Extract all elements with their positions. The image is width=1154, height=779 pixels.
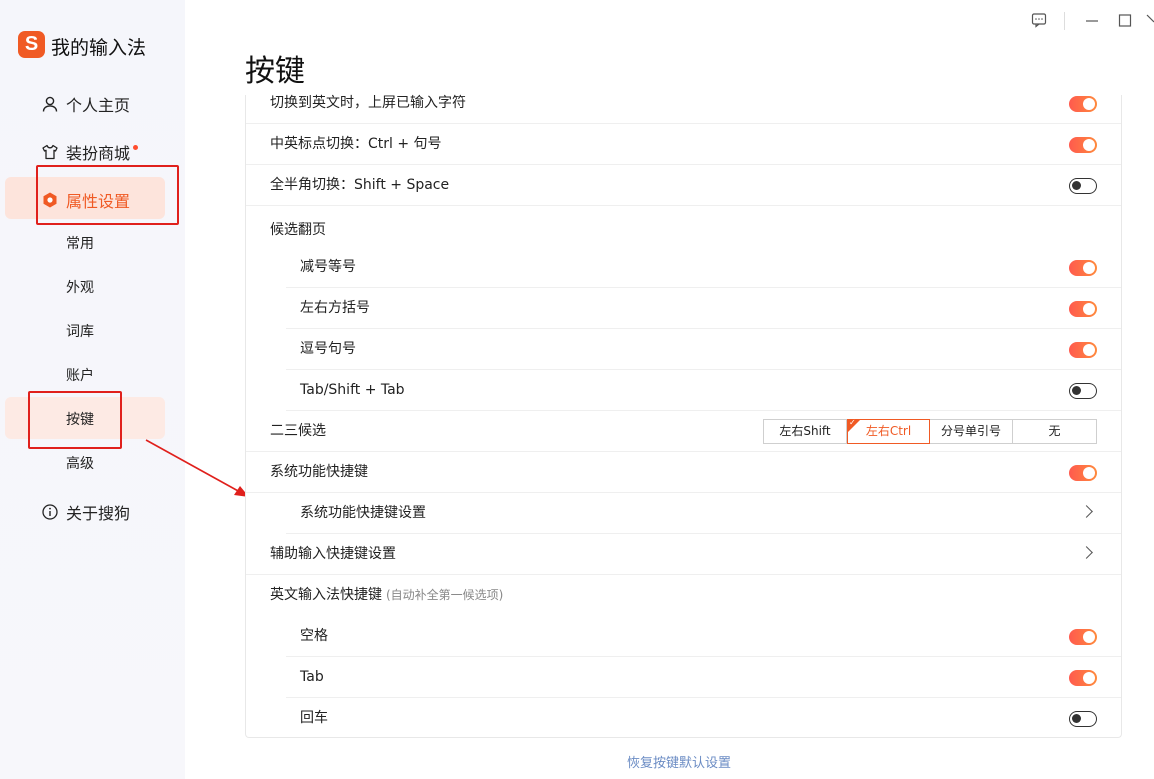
setting-label: 左右方括号: [300, 300, 370, 316]
setting-label: 回车: [300, 710, 328, 726]
setting-row-aux-shortcut-settings[interactable]: 辅助输入快捷键设置: [246, 534, 1121, 575]
setting-label: 辅助输入快捷键设置: [270, 546, 396, 562]
toggle-switch[interactable]: [1069, 670, 1097, 686]
setting-label: 全半角切换：Shift + Space: [270, 177, 450, 193]
option-left-right-ctrl[interactable]: ✓ 左右Ctrl: [847, 418, 930, 444]
setting-label: Tab: [300, 669, 324, 685]
setting-row-brackets: 左右方括号: [286, 288, 1121, 329]
setting-label: 空格: [300, 628, 328, 644]
settings-window: S 我的输入法 个人主页 装扮商城 属性设置 常用 外观 词库 账户 按键 高级…: [0, 0, 1154, 779]
setting-row-sys-shortcut: 系统功能快捷键: [246, 452, 1121, 493]
segmented-control: 左右Shift ✓ 左右Ctrl 分号单引号 无: [763, 418, 1097, 444]
setting-label: 系统功能快捷键设置: [300, 505, 426, 521]
setting-group-candidate-page: 候选翻页: [246, 210, 1121, 251]
setting-row-comma-period: 逗号句号: [286, 329, 1121, 370]
group-label: 候选翻页: [270, 222, 326, 238]
setting-row-sys-shortcut-settings[interactable]: 系统功能快捷键设置: [286, 493, 1121, 534]
toggle-switch[interactable]: [1069, 383, 1097, 399]
group-label-text: 英文输入法快捷键: [270, 587, 382, 603]
setting-row-enter: 回车: [286, 698, 1121, 739]
minimize-icon[interactable]: [1084, 12, 1100, 32]
toggle-switch[interactable]: [1069, 137, 1097, 153]
setting-row-commit-on-switch: 切换到英文时，上屏已输入字符: [246, 83, 1121, 124]
option-label: 左右Ctrl: [865, 424, 912, 438]
toggle-switch[interactable]: [1069, 260, 1097, 276]
setting-row-width-switch: 全半角切换：Shift + Space: [246, 165, 1121, 206]
group-label: 英文输入法快捷键 (自动补全第一候选项): [270, 575, 503, 616]
setting-row-space: 空格: [286, 616, 1121, 657]
check-icon: ✓: [849, 418, 856, 427]
setting-row-punct-switch: 中英标点切换：Ctrl + 句号: [246, 124, 1121, 165]
toggle-switch[interactable]: [1069, 629, 1097, 645]
group-hint: (自动补全第一候选项): [386, 588, 504, 602]
setting-label: 逗号句号: [300, 341, 356, 357]
toggle-switch[interactable]: [1069, 711, 1097, 727]
toggle-switch[interactable]: [1069, 96, 1097, 112]
setting-label: 切换到英文时，上屏已输入字符: [270, 95, 466, 111]
setting-label: 二三候选: [270, 423, 326, 439]
setting-row-tab: Tab/Shift + Tab: [286, 370, 1121, 411]
toggle-switch[interactable]: [1069, 178, 1097, 194]
setting-label: 减号等号: [300, 259, 356, 275]
titlebar-divider: [1064, 12, 1065, 30]
setting-row-tab-key: Tab: [286, 657, 1121, 698]
option-semicolon-quote[interactable]: 分号单引号: [930, 420, 1013, 443]
setting-label: 系统功能快捷键: [270, 464, 368, 480]
settings-panel: 切换到英文时，上屏已输入字符 中英标点切换：Ctrl + 句号 全半角切换：Sh…: [245, 95, 1122, 738]
option-left-right-shift[interactable]: 左右Shift: [764, 420, 847, 443]
toggle-switch[interactable]: [1069, 465, 1097, 481]
restore-defaults-link[interactable]: 恢复按键默认设置: [627, 752, 731, 771]
maximize-icon[interactable]: [1117, 12, 1133, 32]
chevron-right-icon: [1080, 546, 1093, 559]
setting-group-english-shortcut: 英文输入法快捷键 (自动补全第一候选项): [246, 575, 1121, 616]
option-none[interactable]: 无: [1013, 420, 1096, 443]
chevron-right-icon: [1080, 505, 1093, 518]
close-icon[interactable]: [1146, 12, 1154, 32]
setting-row-minus-equal: 减号等号: [286, 247, 1121, 288]
setting-label: 中英标点切换：Ctrl + 句号: [270, 136, 442, 152]
setting-row-second-third-candidate: 二三候选 左右Shift ✓ 左右Ctrl 分号单引号 无: [246, 411, 1121, 452]
toggle-switch[interactable]: [1069, 301, 1097, 317]
setting-label: Tab/Shift + Tab: [300, 382, 405, 398]
toggle-switch[interactable]: [1069, 342, 1097, 358]
feedback-icon[interactable]: [1031, 12, 1047, 32]
